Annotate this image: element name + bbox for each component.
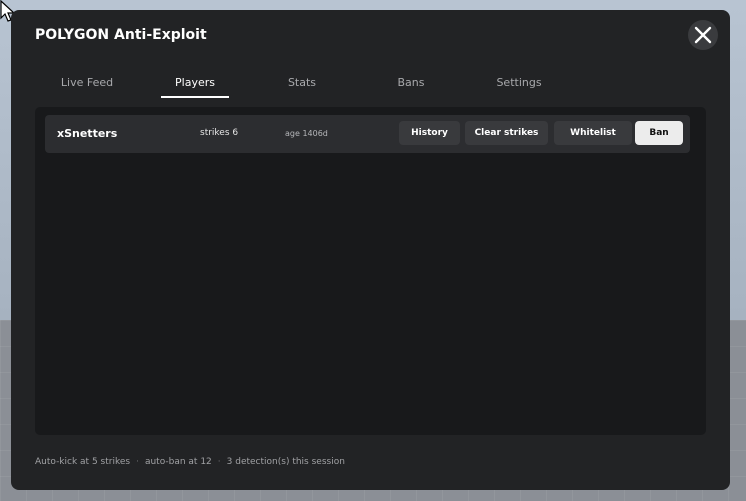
footer-separator: ·	[136, 457, 139, 467]
tab-bar: Live Feed Players Stats Bans Settings	[35, 72, 706, 100]
players-panel: xSnetters strikes 6 age 1406d History Cl…	[35, 107, 706, 435]
detections-text: 3 detection(s) this session	[226, 457, 345, 467]
player-row: xSnetters strikes 6 age 1406d History Cl…	[45, 115, 690, 153]
tab-bans[interactable]: Bans	[387, 72, 435, 98]
auto-ban-text: auto-ban at 12	[144, 457, 212, 467]
clear-strikes-button[interactable]: Clear strikes	[465, 121, 548, 145]
history-button[interactable]: History	[399, 121, 460, 145]
whitelist-button[interactable]: Whitelist	[554, 121, 632, 145]
tab-stats[interactable]: Stats	[278, 72, 326, 98]
close-button[interactable]	[688, 20, 718, 50]
auto-kick-text: Auto-kick at 5 strikes	[35, 457, 131, 467]
modal-title: POLYGON Anti-Exploit	[35, 27, 207, 43]
tab-players[interactable]: Players	[161, 72, 229, 98]
player-age: age 1406d	[285, 129, 328, 138]
close-x-icon	[694, 26, 712, 44]
anti-exploit-modal: POLYGON Anti-Exploit Live Feed Players S…	[11, 10, 730, 490]
player-strikes: strikes 6	[200, 128, 239, 138]
tab-settings[interactable]: Settings	[491, 72, 547, 98]
tab-live-feed[interactable]: Live Feed	[55, 72, 119, 98]
footer-separator: ·	[217, 457, 221, 467]
status-footer: Auto-kick at 5 strikes · auto-ban at 12 · 3 …	[35, 457, 345, 467]
player-name: xSnetters	[57, 127, 118, 140]
ban-button[interactable]: Ban	[635, 121, 683, 145]
